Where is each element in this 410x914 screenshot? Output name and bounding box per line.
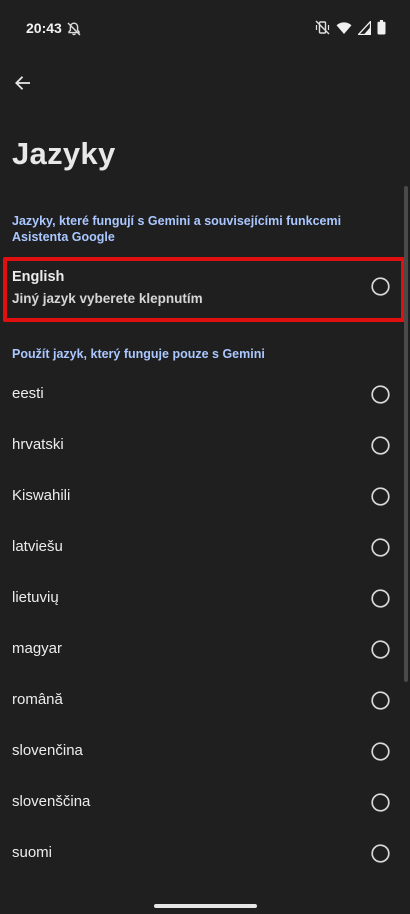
highlight-box xyxy=(3,257,405,322)
language-list: eesti hrvatski Kiswahili latviešu lietuv… xyxy=(0,369,410,879)
language-label: hrvatski xyxy=(12,436,64,453)
language-item-kiswahili[interactable]: Kiswahili xyxy=(0,471,410,522)
battery-icon xyxy=(377,20,386,35)
language-item-magyar[interactable]: magyar xyxy=(0,624,410,675)
language-item-latviesu[interactable]: latviešu xyxy=(0,522,410,573)
language-label: slovenčina xyxy=(12,742,83,759)
arrow-back-icon xyxy=(13,73,33,98)
radio-button[interactable] xyxy=(371,691,390,710)
language-item-slovencina[interactable]: slovenčina xyxy=(0,726,410,777)
language-item-suomi[interactable]: suomi xyxy=(0,828,410,879)
radio-button[interactable] xyxy=(371,844,390,863)
status-time: 20:43 xyxy=(26,20,62,36)
language-label: magyar xyxy=(12,640,63,657)
status-bar: 20:43 xyxy=(0,0,410,56)
radio-button[interactable] xyxy=(371,793,390,812)
scrollbar[interactable] xyxy=(404,186,408,682)
gesture-nav-handle[interactable] xyxy=(154,904,257,908)
section-header-gemini-only: Použít jazyk, který funguje pouze s Gemi… xyxy=(12,347,265,361)
screen: 20:43 Jazyky Jazyky, které fungují s Gem… xyxy=(0,0,410,914)
language-label: latviešu xyxy=(12,538,63,555)
language-label: eesti xyxy=(12,385,44,402)
radio-button[interactable] xyxy=(371,538,390,557)
status-icons xyxy=(315,20,386,35)
language-label: suomi xyxy=(12,844,53,861)
radio-button[interactable] xyxy=(371,640,390,659)
vibrate-off-icon xyxy=(315,20,330,35)
language-item-romana[interactable]: română xyxy=(0,675,410,726)
language-item-slovenscina[interactable]: slovenščina xyxy=(0,777,410,828)
language-label: Kiswahili xyxy=(12,487,71,504)
language-label: slovenščina xyxy=(12,793,91,810)
language-item-eesti[interactable]: eesti xyxy=(0,369,410,420)
radio-button[interactable] xyxy=(371,487,390,506)
page-title: Jazyky xyxy=(12,136,116,171)
section-header-assistant-languages: Jazyky, které fungují s Gemini a souvise… xyxy=(12,214,342,244)
language-item-hrvatski[interactable]: hrvatski xyxy=(0,420,410,471)
radio-button[interactable] xyxy=(371,742,390,761)
language-item-lietuviu[interactable]: lietuvių xyxy=(0,573,410,624)
back-button[interactable] xyxy=(10,72,36,98)
language-label: lietuvių xyxy=(12,589,59,606)
wifi-icon xyxy=(336,21,352,35)
radio-button[interactable] xyxy=(371,436,390,455)
radio-button[interactable] xyxy=(371,385,390,404)
language-label: română xyxy=(12,691,63,708)
bell-off-icon xyxy=(66,21,82,37)
signal-icon xyxy=(358,20,371,35)
radio-button[interactable] xyxy=(371,589,390,608)
